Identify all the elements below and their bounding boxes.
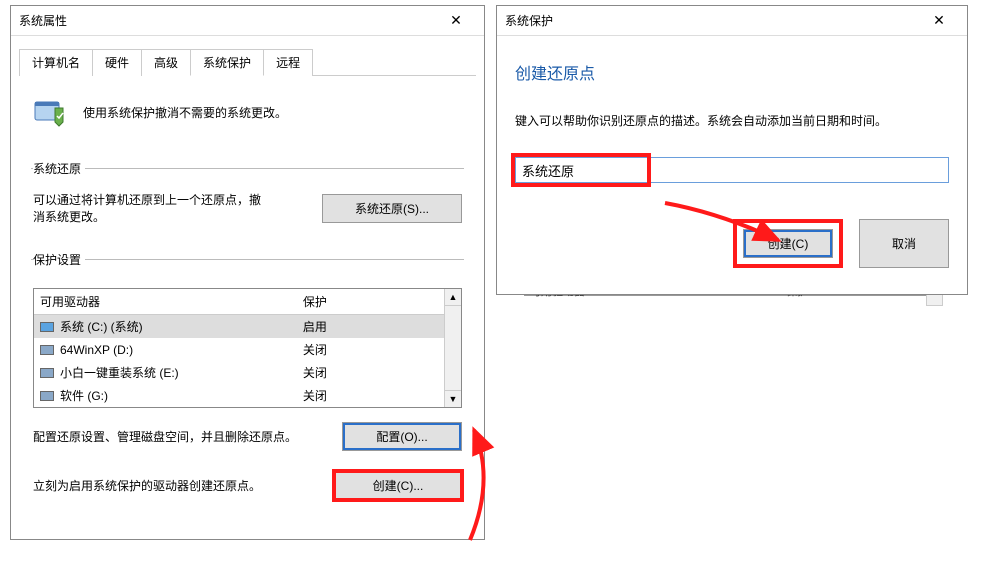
window-title: 系统属性 bbox=[19, 12, 67, 29]
tab-computer-name[interactable]: 计算机名 bbox=[19, 49, 93, 76]
dialog-heading: 创建还原点 bbox=[515, 60, 949, 84]
drive-icon bbox=[40, 345, 54, 355]
system-restore-button[interactable]: 系统还原(S)... bbox=[322, 194, 462, 223]
create-button[interactable]: 创建(C) bbox=[743, 229, 833, 258]
drive-table-header: 可用驱动器 保护 bbox=[34, 289, 444, 315]
annotation-highlight: 创建(C) bbox=[733, 219, 843, 268]
col-prot-header: 保护 bbox=[297, 289, 444, 314]
shield-icon bbox=[31, 92, 71, 132]
drive-row[interactable]: 软件 (G:) 关闭 bbox=[34, 384, 444, 407]
configure-desc: 配置还原设置、管理磁盘空间，并且删除还原点。 bbox=[33, 428, 297, 445]
titlebar: 系统属性 ✕ bbox=[11, 6, 484, 36]
configure-button[interactable]: 配置(O)... bbox=[342, 422, 462, 451]
drive-icon bbox=[40, 391, 54, 401]
drive-status: 关闭 bbox=[297, 384, 444, 407]
protection-settings-section: 保护设置 可用驱动器 保护 系统 (C:) (系统)启用64WinXP (D:)… bbox=[31, 251, 464, 528]
intro-text: 使用系统保护撤消不需要的系统更改。 bbox=[83, 104, 287, 121]
drive-row[interactable]: 小白一键重装系统 (E:) 关闭 bbox=[34, 361, 444, 384]
create-restore-point-button[interactable]: 创建(C)... bbox=[334, 471, 462, 500]
dialog-description: 键入可以帮助你识别还原点的描述。系统会自动添加当前日期和时间。 bbox=[515, 112, 949, 129]
drive-status: 关闭 bbox=[297, 361, 444, 384]
drive-name: 软件 (G:) bbox=[60, 387, 108, 404]
drive-row[interactable]: 系统 (C:) (系统) 启用 bbox=[34, 315, 444, 338]
restore-desc: 可以通过将计算机还原到上一个还原点，撤消系统更改。 bbox=[33, 191, 263, 225]
tab-advanced[interactable]: 高级 bbox=[141, 49, 191, 76]
drive-name: 系统 (C:) (系统) bbox=[60, 318, 143, 335]
drive-scrollbar[interactable]: ▲ ▼ bbox=[444, 289, 461, 407]
system-properties-window: 系统属性 ✕ 计算机名 硬件 高级 系统保护 远程 使用系统保护撤消不需要的系统… bbox=[10, 5, 485, 540]
col-drive-header: 可用驱动器 bbox=[34, 289, 297, 314]
drive-icon bbox=[40, 368, 54, 378]
create-desc: 立刻为启用系统保护的驱动器创建还原点。 bbox=[33, 477, 261, 494]
drive-status: 关闭 bbox=[297, 338, 444, 361]
scroll-thumb[interactable] bbox=[445, 306, 461, 390]
tab-remote[interactable]: 远程 bbox=[263, 49, 313, 76]
tab-system-protection[interactable]: 系统保护 bbox=[190, 49, 264, 76]
close-icon: ✕ bbox=[450, 12, 462, 29]
close-button[interactable]: ✕ bbox=[436, 7, 476, 35]
close-button[interactable]: ✕ bbox=[919, 7, 959, 35]
tab-content: 使用系统保护撤消不需要的系统更改。 系统还原 可以通过将计算机还原到上一个还原点… bbox=[11, 76, 484, 562]
system-protection-dialog: 系统保护 ✕ 创建还原点 键入可以帮助你识别还原点的描述。系统会自动添加当前日期… bbox=[496, 5, 968, 295]
restore-point-name-input[interactable] bbox=[515, 157, 949, 183]
drive-table: 可用驱动器 保护 系统 (C:) (系统)启用64WinXP (D:)关闭小白一… bbox=[33, 288, 462, 408]
titlebar: 系统保护 ✕ bbox=[497, 6, 967, 36]
cancel-button[interactable]: 取消 bbox=[859, 219, 949, 268]
restore-legend: 系统还原 bbox=[33, 160, 85, 177]
drive-status: 启用 bbox=[297, 315, 444, 338]
close-icon: ✕ bbox=[933, 12, 945, 29]
tab-strip: 计算机名 硬件 高级 系统保护 远程 bbox=[11, 36, 484, 75]
system-restore-section: 系统还原 可以通过将计算机还原到上一个还原点，撤消系统更改。 系统还原(S)..… bbox=[31, 160, 464, 233]
drive-icon bbox=[40, 322, 54, 332]
drive-row[interactable]: 64WinXP (D:) 关闭 bbox=[34, 338, 444, 361]
drive-name: 64WinXP (D:) bbox=[60, 343, 133, 357]
drive-name: 小白一键重装系统 (E:) bbox=[60, 364, 179, 381]
scroll-up-icon[interactable]: ▲ bbox=[445, 289, 461, 306]
protect-legend: 保护设置 bbox=[33, 251, 85, 268]
window-title: 系统保护 bbox=[505, 12, 553, 29]
tab-hardware[interactable]: 硬件 bbox=[92, 49, 142, 76]
scroll-down-icon[interactable]: ▼ bbox=[445, 390, 461, 407]
